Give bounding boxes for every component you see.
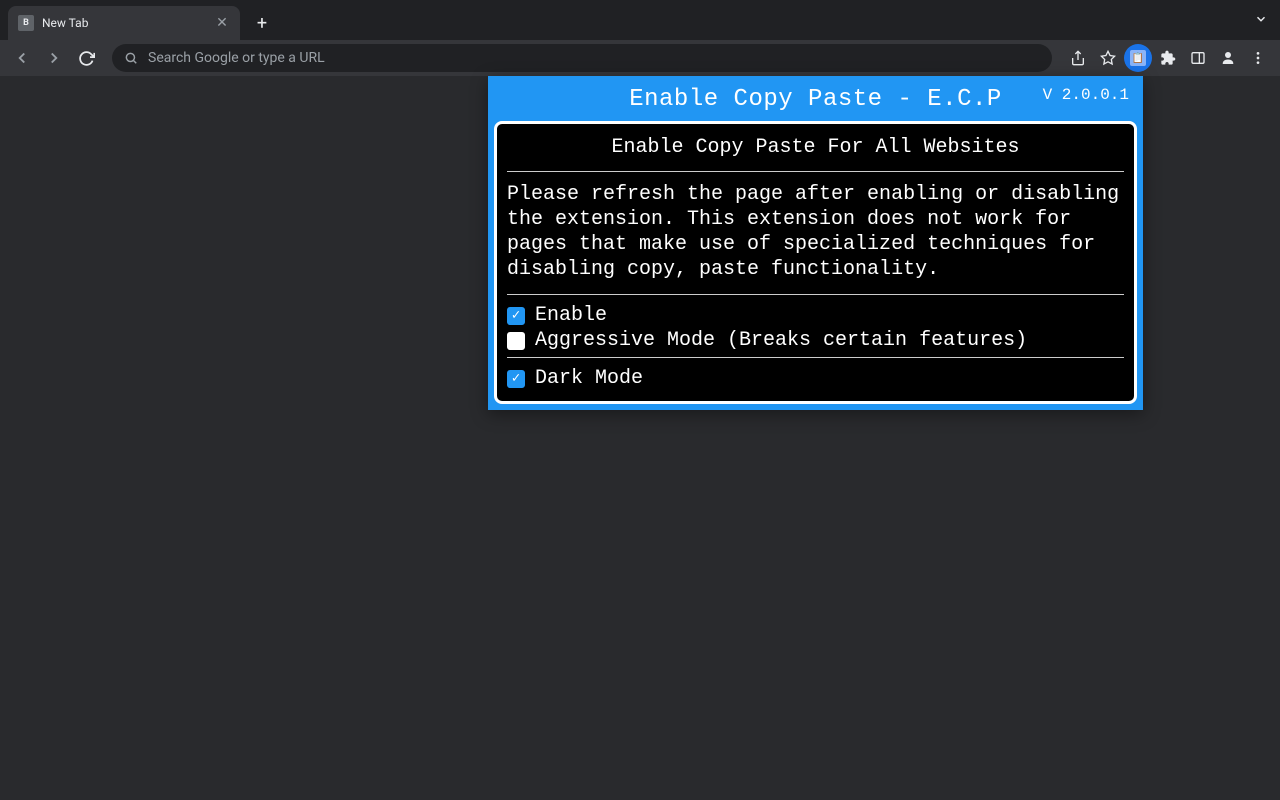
browser-tab[interactable]: B New Tab ✕ [8, 6, 240, 40]
option-enable: ✓ Enable [507, 303, 1124, 328]
forward-button[interactable] [40, 44, 68, 72]
option-label: Dark Mode [535, 367, 643, 390]
option-aggressive: ✓ Aggressive Mode (Breaks certain featur… [507, 328, 1124, 353]
popup-version: V 2.0.0.1 [1043, 86, 1129, 104]
search-icon [124, 51, 138, 65]
reload-button[interactable] [72, 44, 100, 72]
menu-icon[interactable] [1244, 44, 1272, 72]
side-panel-icon[interactable] [1184, 44, 1212, 72]
dark-mode-checkbox[interactable]: ✓ [507, 370, 525, 388]
extensions-icon[interactable] [1154, 44, 1182, 72]
page-content: Enable Copy Paste - E.C.P V 2.0.0.1 Enab… [0, 76, 1280, 800]
divider [507, 357, 1124, 358]
extension-popup: Enable Copy Paste - E.C.P V 2.0.0.1 Enab… [488, 76, 1143, 410]
new-tab-button[interactable]: + [248, 9, 276, 37]
address-bar[interactable]: Search Google or type a URL [112, 44, 1052, 72]
chevron-down-icon[interactable] [1254, 12, 1268, 29]
popup-description: Please refresh the page after enabling o… [507, 180, 1124, 290]
toolbar: Search Google or type a URL 📋 [0, 40, 1280, 76]
popup-subtitle: Enable Copy Paste For All Websites [507, 132, 1124, 167]
bookmark-icon[interactable] [1094, 44, 1122, 72]
profile-icon[interactable] [1214, 44, 1242, 72]
popup-title: Enable Copy Paste - E.C.P [629, 86, 1002, 113]
tab-favicon: B [18, 15, 34, 31]
share-icon[interactable] [1064, 44, 1092, 72]
omnibox-placeholder: Search Google or type a URL [148, 50, 1040, 66]
close-icon[interactable]: ✕ [214, 15, 230, 31]
extension-ecp-icon[interactable]: 📋 [1124, 44, 1152, 72]
option-label: Enable [535, 304, 607, 327]
enable-checkbox[interactable]: ✓ [507, 307, 525, 325]
option-label: Aggressive Mode (Breaks certain features… [535, 329, 1027, 352]
tab-title: New Tab [42, 16, 206, 30]
aggressive-checkbox[interactable]: ✓ [507, 332, 525, 350]
option-dark-mode: ✓ Dark Mode [507, 366, 1124, 391]
divider [507, 171, 1124, 172]
back-button[interactable] [8, 44, 36, 72]
tab-bar: B New Tab ✕ + [0, 0, 1280, 40]
divider [507, 294, 1124, 295]
